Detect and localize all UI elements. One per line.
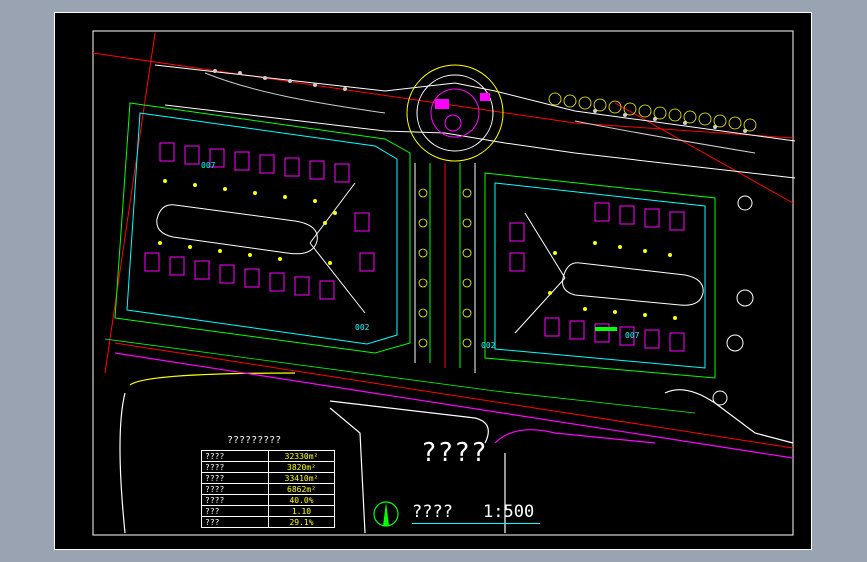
east-circles <box>712 195 754 406</box>
table-row: ???? 6862m² <box>201 483 335 495</box>
central-plaza <box>406 64 504 162</box>
lot-label-sw: 002 <box>355 323 370 332</box>
west-trees <box>158 179 337 265</box>
lot-label-s: 002 <box>481 341 496 350</box>
stats-table-title: ????????? <box>227 435 282 446</box>
table-key: ???? <box>201 461 269 473</box>
cad-viewport[interactable]: 007 002 007 002 ????????? ???? 32330m² ??… <box>54 12 812 550</box>
table-row: ???? 33410m² <box>201 472 335 484</box>
table-row: ??? 29.1% <box>201 516 335 528</box>
plan-scale: 1:500 <box>483 502 535 522</box>
table-key: ???? <box>201 483 269 495</box>
west-block <box>114 102 411 354</box>
table-value: 33410m² <box>268 472 335 484</box>
table-value: 3820m² <box>268 461 335 473</box>
title-underline <box>412 523 540 524</box>
table-value: 1.10 <box>268 505 335 517</box>
table-key: ???? <box>201 472 269 484</box>
table-row: ???? 3820m² <box>201 461 335 473</box>
site-plan-drawing <box>92 30 796 536</box>
lot-label-nw: 007 <box>201 161 216 170</box>
plaza-label: ???? <box>421 438 488 468</box>
lot-label-se: 007 <box>625 331 640 340</box>
table-key: ???? <box>201 450 269 462</box>
table-row: ???? 40.0% <box>201 494 335 506</box>
north-arrow-icon <box>373 501 399 527</box>
stats-table: ???? 32330m² ???? 3820m² ???? 33410m² ???? 6… <box>201 450 335 528</box>
plan-title: ???? <box>412 502 453 522</box>
east-block <box>484 172 716 379</box>
table-key: ??? <box>201 516 269 528</box>
small-green-marker <box>595 327 617 331</box>
east-trees <box>548 241 677 320</box>
table-row: ???? 32330m² <box>201 450 335 462</box>
north-road <box>154 64 796 179</box>
table-value: 29.1% <box>268 516 335 528</box>
table-key: ??? <box>201 505 269 517</box>
west-buildings <box>144 142 375 300</box>
table-value: 6862m² <box>268 483 335 495</box>
table-value: 32330m² <box>268 450 335 462</box>
table-key: ???? <box>201 494 269 506</box>
dimension-line <box>104 338 696 414</box>
table-row: ??? 1.10 <box>201 505 335 517</box>
table-value: 40.0% <box>268 494 335 506</box>
central-boulevard <box>414 163 476 373</box>
